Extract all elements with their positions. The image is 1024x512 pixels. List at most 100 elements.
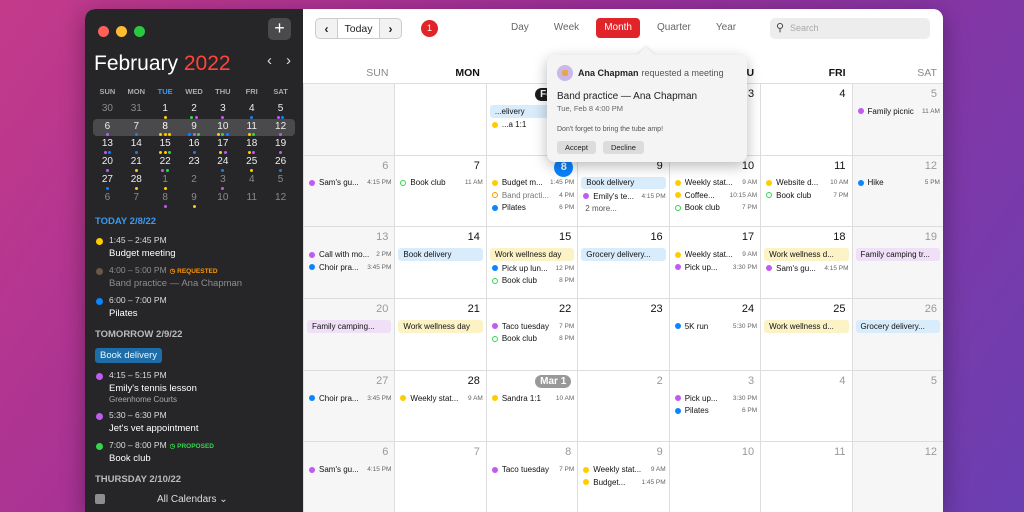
day-cell[interactable]: 11 Website d... 10 AM Book club 7 PM [760,155,852,227]
day-cell[interactable]: 15 Work wellness day Pick up lun... 12 PM Bo… [485,227,578,299]
allday-event[interactable]: Work wellness day [398,320,483,333]
calendar-event[interactable]: Choir pra... 3:45 PM [307,392,391,405]
mini-day[interactable]: 1 [151,101,180,119]
day-cell[interactable]: 8 Budget m... 1:45 PM Band practi... 4 PM Pil… [485,155,578,227]
view-tab-quarter[interactable]: Quarter [649,18,699,38]
mini-day[interactable]: 13 [93,136,122,155]
day-cell[interactable]: 14 Book delivery [394,227,486,299]
calendar-event[interactable]: Call with mo... 2 PM [307,248,391,261]
view-tab-month[interactable]: Month [596,18,640,38]
calendar-event[interactable]: Pick up... 3:30 PM [673,392,757,405]
mini-day[interactable]: 18 [237,136,266,155]
mini-day[interactable]: 5 [266,101,295,119]
close-window-button[interactable] [98,26,109,37]
calendar-event[interactable]: Book club 11 AM [398,177,483,190]
day-cell[interactable]: 3 Pick up... 3:30 PM Pilates 6 PM [668,370,761,442]
allday-event[interactable]: Work wellness d... [764,320,849,333]
today-button[interactable]: Today [337,19,380,38]
all-calendars-dropdown[interactable]: All Calendars ⌄ [157,494,228,505]
day-cell[interactable]: 20 Family camping... [303,299,395,370]
mini-day[interactable]: 15 [151,136,180,155]
mini-day[interactable]: 12 [266,190,295,208]
mini-day[interactable]: 10 [208,119,237,137]
agenda-event[interactable]: 4:15 – 5:15 PM Emily's tennis lesson Green… [95,370,295,404]
day-cell[interactable] [303,84,395,155]
agenda-allday-chip[interactable]: Book delivery [95,348,163,363]
mini-day[interactable]: 4 [237,172,266,190]
mini-day[interactable]: 9 [180,119,209,137]
allday-event[interactable]: Work wellness day [489,248,575,261]
mini-prev-icon[interactable]: ‹ [267,52,272,69]
calendar-event[interactable]: Band practi... 4 PM [490,189,574,202]
calendar-event[interactable]: 5K run 5:30 PM [673,320,757,333]
day-cell[interactable]: 24 5K run 5:30 PM [668,299,761,370]
mini-day[interactable]: 14 [122,136,151,155]
mini-day[interactable]: 9 [180,190,209,208]
mini-day[interactable]: 2 [180,101,209,119]
more-events-link[interactable]: 2 more... [581,203,665,216]
mini-day[interactable]: 10 [208,190,237,208]
day-cell[interactable]: 12 Hike 5 PM [851,155,943,227]
allday-event[interactable]: Family camping... [307,320,392,333]
view-tab-year[interactable]: Year [708,18,744,38]
calendar-event[interactable]: Budget m... 1:45 PM [490,177,574,190]
mini-day[interactable]: 25 [237,154,266,172]
day-cell[interactable]: 26 Grocery delivery... [851,299,943,370]
mini-day[interactable]: 27 [93,172,122,190]
day-cell[interactable]: 17 Weekly stat... 9 AM Pick up... 3:30 PM [668,227,761,299]
calendar-event[interactable]: Sam's gu... 4:15 PM [307,463,391,476]
day-cell[interactable]: 19 Family camping tr... [851,227,943,299]
view-tab-week[interactable]: Week [546,18,587,38]
allday-event[interactable]: Book delivery [581,176,666,190]
calendar-event[interactable]: Weekly stat... 9 AM [581,463,666,476]
mini-day[interactable]: 11 [237,119,266,137]
minimize-window-button[interactable] [116,26,127,37]
search-input[interactable]: ⚲ Search [770,18,930,39]
mini-day[interactable]: 1 [151,172,180,190]
mini-day[interactable]: 8 [151,117,180,138]
mini-day[interactable]: 4 [237,101,266,119]
zoom-window-button[interactable] [134,26,145,37]
allday-event[interactable]: Grocery delivery... [855,320,940,333]
day-cell[interactable] [394,84,486,155]
mini-day[interactable]: 20 [93,154,122,172]
agenda-event[interactable]: 1:45 – 2:45 PM Budget meeting [95,235,295,259]
add-event-button[interactable]: + [268,18,291,40]
mini-day[interactable]: 30 [93,101,122,119]
calendar-event[interactable]: Pilates 6 PM [490,202,574,215]
day-cell[interactable]: 27 Choir pra... 3:45 PM [303,370,395,442]
day-cell[interactable]: 10 [668,442,761,512]
mini-day[interactable]: 12 [266,119,295,137]
calendar-event[interactable]: Sam's gu... 4:15 PM [307,177,391,190]
mini-day[interactable]: 31 [122,101,151,119]
next-month-icon[interactable]: › [380,19,401,38]
mini-day[interactable]: 5 [266,172,295,190]
day-cell[interactable]: 2 [577,370,669,442]
allday-event[interactable]: Family camping tr... [855,248,940,261]
calendar-event[interactable]: Pilates 6 PM [673,404,757,417]
day-cell[interactable]: 11 [760,442,852,512]
mini-day[interactable]: 11 [237,190,266,208]
day-cell[interactable]: 6 Sam's gu... 4:15 PM [303,155,395,227]
day-cell[interactable]: 9 Book delivery Emily's te... 4:15 PM 2 more… [577,155,669,227]
mini-day[interactable]: 23 [180,154,209,172]
calendar-event[interactable]: Weekly stat... 9 AM [398,392,483,405]
mini-day[interactable]: 6 [93,190,122,208]
day-cell[interactable]: 21 Work wellness day [394,299,486,370]
notification-badge[interactable]: 1 [421,20,438,37]
mini-day[interactable]: 7 [122,190,151,208]
calendar-event[interactable]: Choir pra... 3:45 PM [307,261,391,274]
accept-button[interactable]: Accept [557,141,596,154]
calendar-event[interactable]: Sandra 1:1 10 AM [490,392,574,405]
mini-day[interactable]: 26 [266,154,295,172]
mini-day[interactable]: 16 [180,136,209,155]
day-cell[interactable]: 7 Book club 11 AM [394,155,486,227]
day-cell[interactable]: 28 Weekly stat... 9 AM [394,370,486,442]
day-cell[interactable]: 4 [760,370,852,442]
agenda-event[interactable]: 4:00 – 5:00 PM ◷ REQUESTED Band practice —… [95,265,295,289]
mini-day[interactable]: 21 [122,154,151,172]
calendar-event[interactable]: Taco tuesday 7 PM [490,463,574,476]
mini-day[interactable]: 6 [93,119,122,137]
calendar-event[interactable]: Hike 5 PM [856,177,940,190]
calendar-event[interactable]: Weekly stat... 9 AM [673,248,757,261]
